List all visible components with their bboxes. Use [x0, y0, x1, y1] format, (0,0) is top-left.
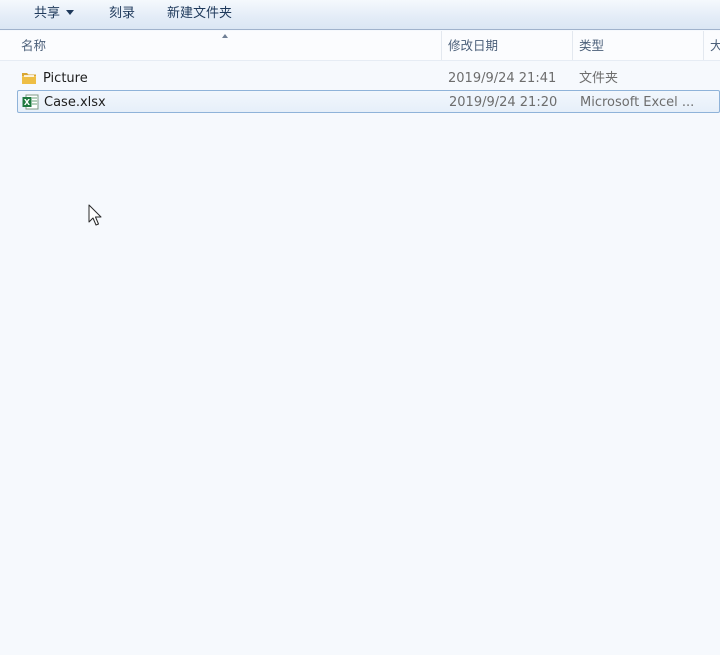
file-row[interactable]: Picture 2019/9/24 21:41 文件夹 [17, 67, 720, 90]
file-date-modified: 2019/9/24 21:20 [449, 95, 558, 110]
file-name: Case.xlsx [44, 95, 106, 110]
explorer-window: 共享 刻录 新建文件夹 名称 修改日期 类型 大 Picture 2019/9/… [0, 0, 720, 655]
burn-button[interactable]: 刻录 [109, 5, 135, 23]
column-divider[interactable] [441, 31, 442, 60]
column-type[interactable]: 类型 [579, 31, 604, 60]
folder-icon [22, 73, 36, 84]
column-date-modified[interactable]: 修改日期 [448, 31, 498, 60]
column-divider[interactable] [572, 31, 573, 60]
file-row-selected[interactable]: X Case.xlsx 2019/9/24 21:20 Microsoft Ex… [17, 90, 720, 113]
column-name[interactable]: 名称 [21, 31, 46, 60]
column-divider[interactable] [703, 31, 704, 60]
file-type: 文件夹 [579, 71, 619, 86]
toolbar: 共享 刻录 新建文件夹 [0, 0, 720, 30]
svg-text:X: X [24, 98, 31, 107]
chevron-down-icon [66, 10, 75, 15]
mouse-cursor-icon [88, 204, 102, 226]
share-label: 共享 [34, 6, 61, 21]
excel-file-icon: X [22, 94, 39, 110]
file-name: Picture [43, 71, 88, 86]
column-header: 名称 修改日期 类型 大 [0, 31, 720, 61]
file-date-modified: 2019/9/24 21:41 [448, 71, 557, 86]
share-button[interactable]: 共享 [34, 5, 75, 23]
sort-ascending-icon [222, 34, 228, 38]
new-folder-button[interactable]: 新建文件夹 [167, 5, 232, 23]
file-type: Microsoft Excel ... [580, 95, 695, 110]
column-size[interactable]: 大 [710, 31, 720, 60]
